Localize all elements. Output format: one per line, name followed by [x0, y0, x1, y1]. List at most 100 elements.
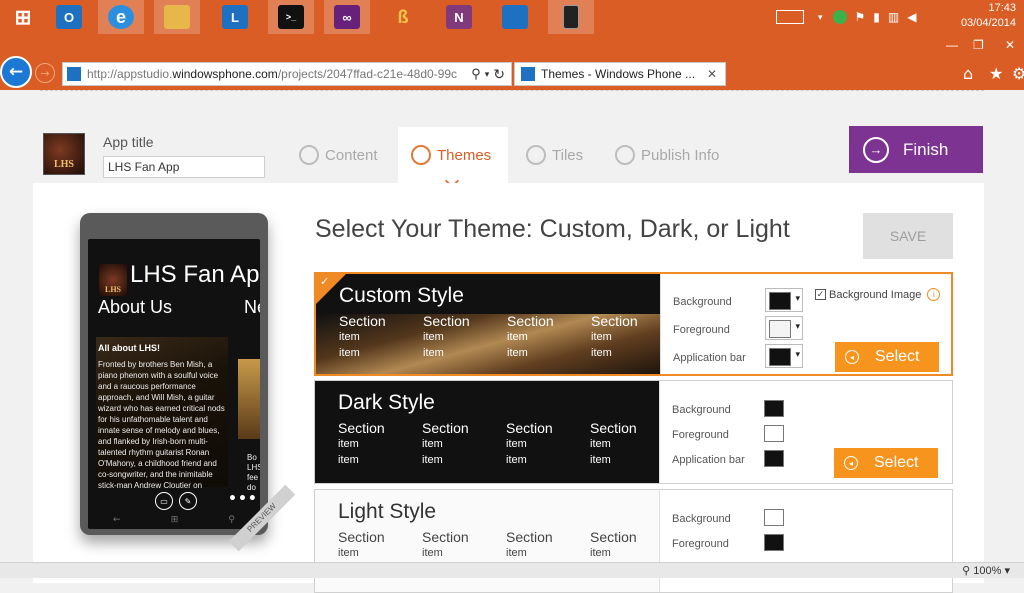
clock-date: 03/04/2014 — [960, 17, 1016, 29]
preview-item: item — [338, 438, 359, 450]
foreground-swatch — [764, 425, 784, 442]
taskbar-app-lync[interactable]: L — [212, 0, 258, 34]
start-button[interactable]: ⊞ — [0, 0, 46, 34]
back-button[interactable]: ← — [0, 56, 32, 88]
chevron-up-icon[interactable]: ▾ — [818, 12, 823, 23]
close-tab-icon[interactable]: ✕ — [707, 67, 717, 81]
preview-column: Section item — [590, 529, 637, 561]
taskbar-app-onenote[interactable]: N — [436, 0, 482, 34]
application-bar-color-dropdown[interactable]: ▾ — [765, 344, 803, 368]
theme-dark-style[interactable]: Dark Style Section item item Section item it… — [314, 380, 953, 484]
theme-custom-style[interactable]: ✓ Custom Style Section item item Section it… — [314, 272, 953, 376]
theme-settings: Background ▾ Foreground ▾ Application ba… — [660, 274, 951, 374]
taskbar-app-internet-explorer[interactable]: e — [98, 0, 144, 34]
dropdown-arrow-icon: ▾ — [795, 322, 800, 332]
theme-name: Custom Style — [339, 284, 464, 307]
phone-logo-text: LHS — [104, 285, 121, 294]
clock-time: 17:43 — [988, 2, 1016, 14]
search-icon[interactable]: ⚲ — [471, 66, 481, 82]
background-color-dropdown[interactable]: ▾ — [765, 288, 803, 312]
info-icon[interactable]: i — [927, 288, 941, 301]
command-prompt-icon: >_ — [278, 5, 304, 29]
tab-content[interactable]: Content — [299, 145, 378, 165]
theme-settings: Background Foreground Application bar ◂ … — [659, 381, 952, 483]
dropdown-icon[interactable]: ▾ — [485, 69, 490, 80]
page-content: LHS App title LHS Fan App Content Themes… — [0, 90, 1024, 593]
preview-section: Section — [591, 313, 638, 329]
taskbar-app-command-prompt[interactable]: >_ — [268, 0, 314, 34]
taskbar-app-file-explorer[interactable] — [154, 0, 200, 34]
tab-publish-info[interactable]: Publish Info — [615, 145, 719, 165]
preview-item: item — [506, 547, 527, 559]
themes-icon — [411, 145, 431, 165]
keyboard-icon[interactable] — [776, 10, 804, 24]
check-circle-icon[interactable] — [832, 10, 847, 24]
preview-item: item — [590, 454, 611, 466]
save-button[interactable]: SAVE — [863, 213, 953, 259]
preview-section: Section — [339, 313, 386, 329]
foreground-label: Foreground — [673, 324, 730, 336]
close-window-icon[interactable]: ✕ — [1005, 38, 1015, 52]
network-icon[interactable]: ▥ — [888, 10, 899, 24]
arrow-left-icon: ← — [8, 62, 24, 82]
foreground-label: Foreground — [672, 538, 729, 550]
taskbar-app-outlook[interactable]: O — [46, 0, 92, 34]
taskbar-app-blend[interactable]: ß — [380, 0, 426, 34]
zoom-level[interactable]: ⚲ 100% ▾ — [962, 564, 1010, 577]
tray-area: ▾ ⚑ ▮ ▥ ◀ — [776, 0, 916, 34]
url-prefix: http://appstudio. — [87, 67, 173, 81]
taskbar-app-remote-desktop[interactable] — [492, 0, 538, 34]
app-logo[interactable]: LHS — [43, 133, 85, 175]
forward-button[interactable]: → — [35, 63, 55, 83]
preview-item: item — [506, 438, 527, 450]
application-bar-swatch — [764, 450, 784, 467]
preview-column: Section item — [338, 529, 385, 561]
tab-themes[interactable]: Themes — [411, 145, 491, 165]
preview-column: Section item item — [339, 313, 386, 361]
preview-column: Section item item — [590, 420, 637, 468]
minimize-icon[interactable]: — — [946, 38, 958, 52]
compass-icon: ◂ — [845, 350, 859, 364]
preview-section: Section — [422, 420, 469, 436]
tab-content-label: Content — [325, 146, 378, 164]
settings-gear-icon[interactable]: ⚙ — [1012, 64, 1024, 83]
volume-icon[interactable]: ◀ — [907, 10, 916, 24]
phone-screen: LHS LHS Fan App About Us Ne All about LH… — [88, 239, 260, 529]
home-icon[interactable]: ⌂ — [963, 64, 973, 83]
select-button[interactable]: ◂ Select — [834, 448, 938, 478]
flag-icon[interactable]: ⚑ — [855, 10, 866, 24]
preview-column: Section item item — [423, 313, 470, 361]
browser-tab-themes[interactable]: Themes - Windows Phone ... ✕ — [514, 62, 726, 86]
background-image-checkbox[interactable]: ✓ — [815, 289, 826, 300]
more-icon: ••• — [228, 491, 258, 507]
refresh-icon[interactable]: ↻ — [493, 66, 505, 83]
pin-icon: ✎ — [179, 492, 197, 510]
tab-tiles[interactable]: Tiles — [526, 145, 583, 165]
select-label: Select — [875, 348, 920, 365]
phone-app-title: LHS Fan App — [130, 261, 260, 288]
preview-section: Section — [506, 420, 553, 436]
onenote-icon: N — [446, 5, 472, 29]
favorites-icon[interactable]: ★ — [989, 64, 1003, 83]
select-button[interactable]: ◂ Select — [835, 342, 939, 372]
dropdown-arrow-icon: ▾ — [795, 294, 800, 304]
phone-next-section: Ne — [244, 297, 260, 317]
preview-section: Section — [590, 529, 637, 545]
battery-icon[interactable]: ▮ — [873, 10, 880, 24]
background-image-option[interactable]: ✓ Background Image i — [815, 288, 941, 301]
tab-tiles-label: Tiles — [552, 146, 584, 164]
finish-button[interactable]: → Finish — [849, 126, 983, 173]
taskbar-app-phone-emulator[interactable] — [548, 0, 594, 34]
clock[interactable]: 17:43 03/04/2014 — [961, 1, 1016, 31]
comment-icon: ▭ — [155, 492, 173, 510]
foreground-color-dropdown[interactable]: ▾ — [765, 316, 803, 340]
status-bar: ⚲ 100% ▾ — [0, 562, 1024, 578]
restore-icon[interactable]: ❐ — [973, 38, 984, 52]
taskbar-app-visual-studio[interactable]: ∞ — [324, 0, 370, 34]
address-bar[interactable]: http://appstudio.windowsphone.com/projec… — [62, 62, 512, 86]
url-domain: windowsphone.com — [172, 67, 278, 81]
address-url[interactable]: http://appstudio.windowsphone.com/projec… — [87, 67, 467, 81]
app-title-input[interactable]: LHS Fan App — [103, 156, 265, 178]
preview-column: Section item item — [338, 420, 385, 468]
internet-explorer-icon: e — [108, 5, 134, 29]
